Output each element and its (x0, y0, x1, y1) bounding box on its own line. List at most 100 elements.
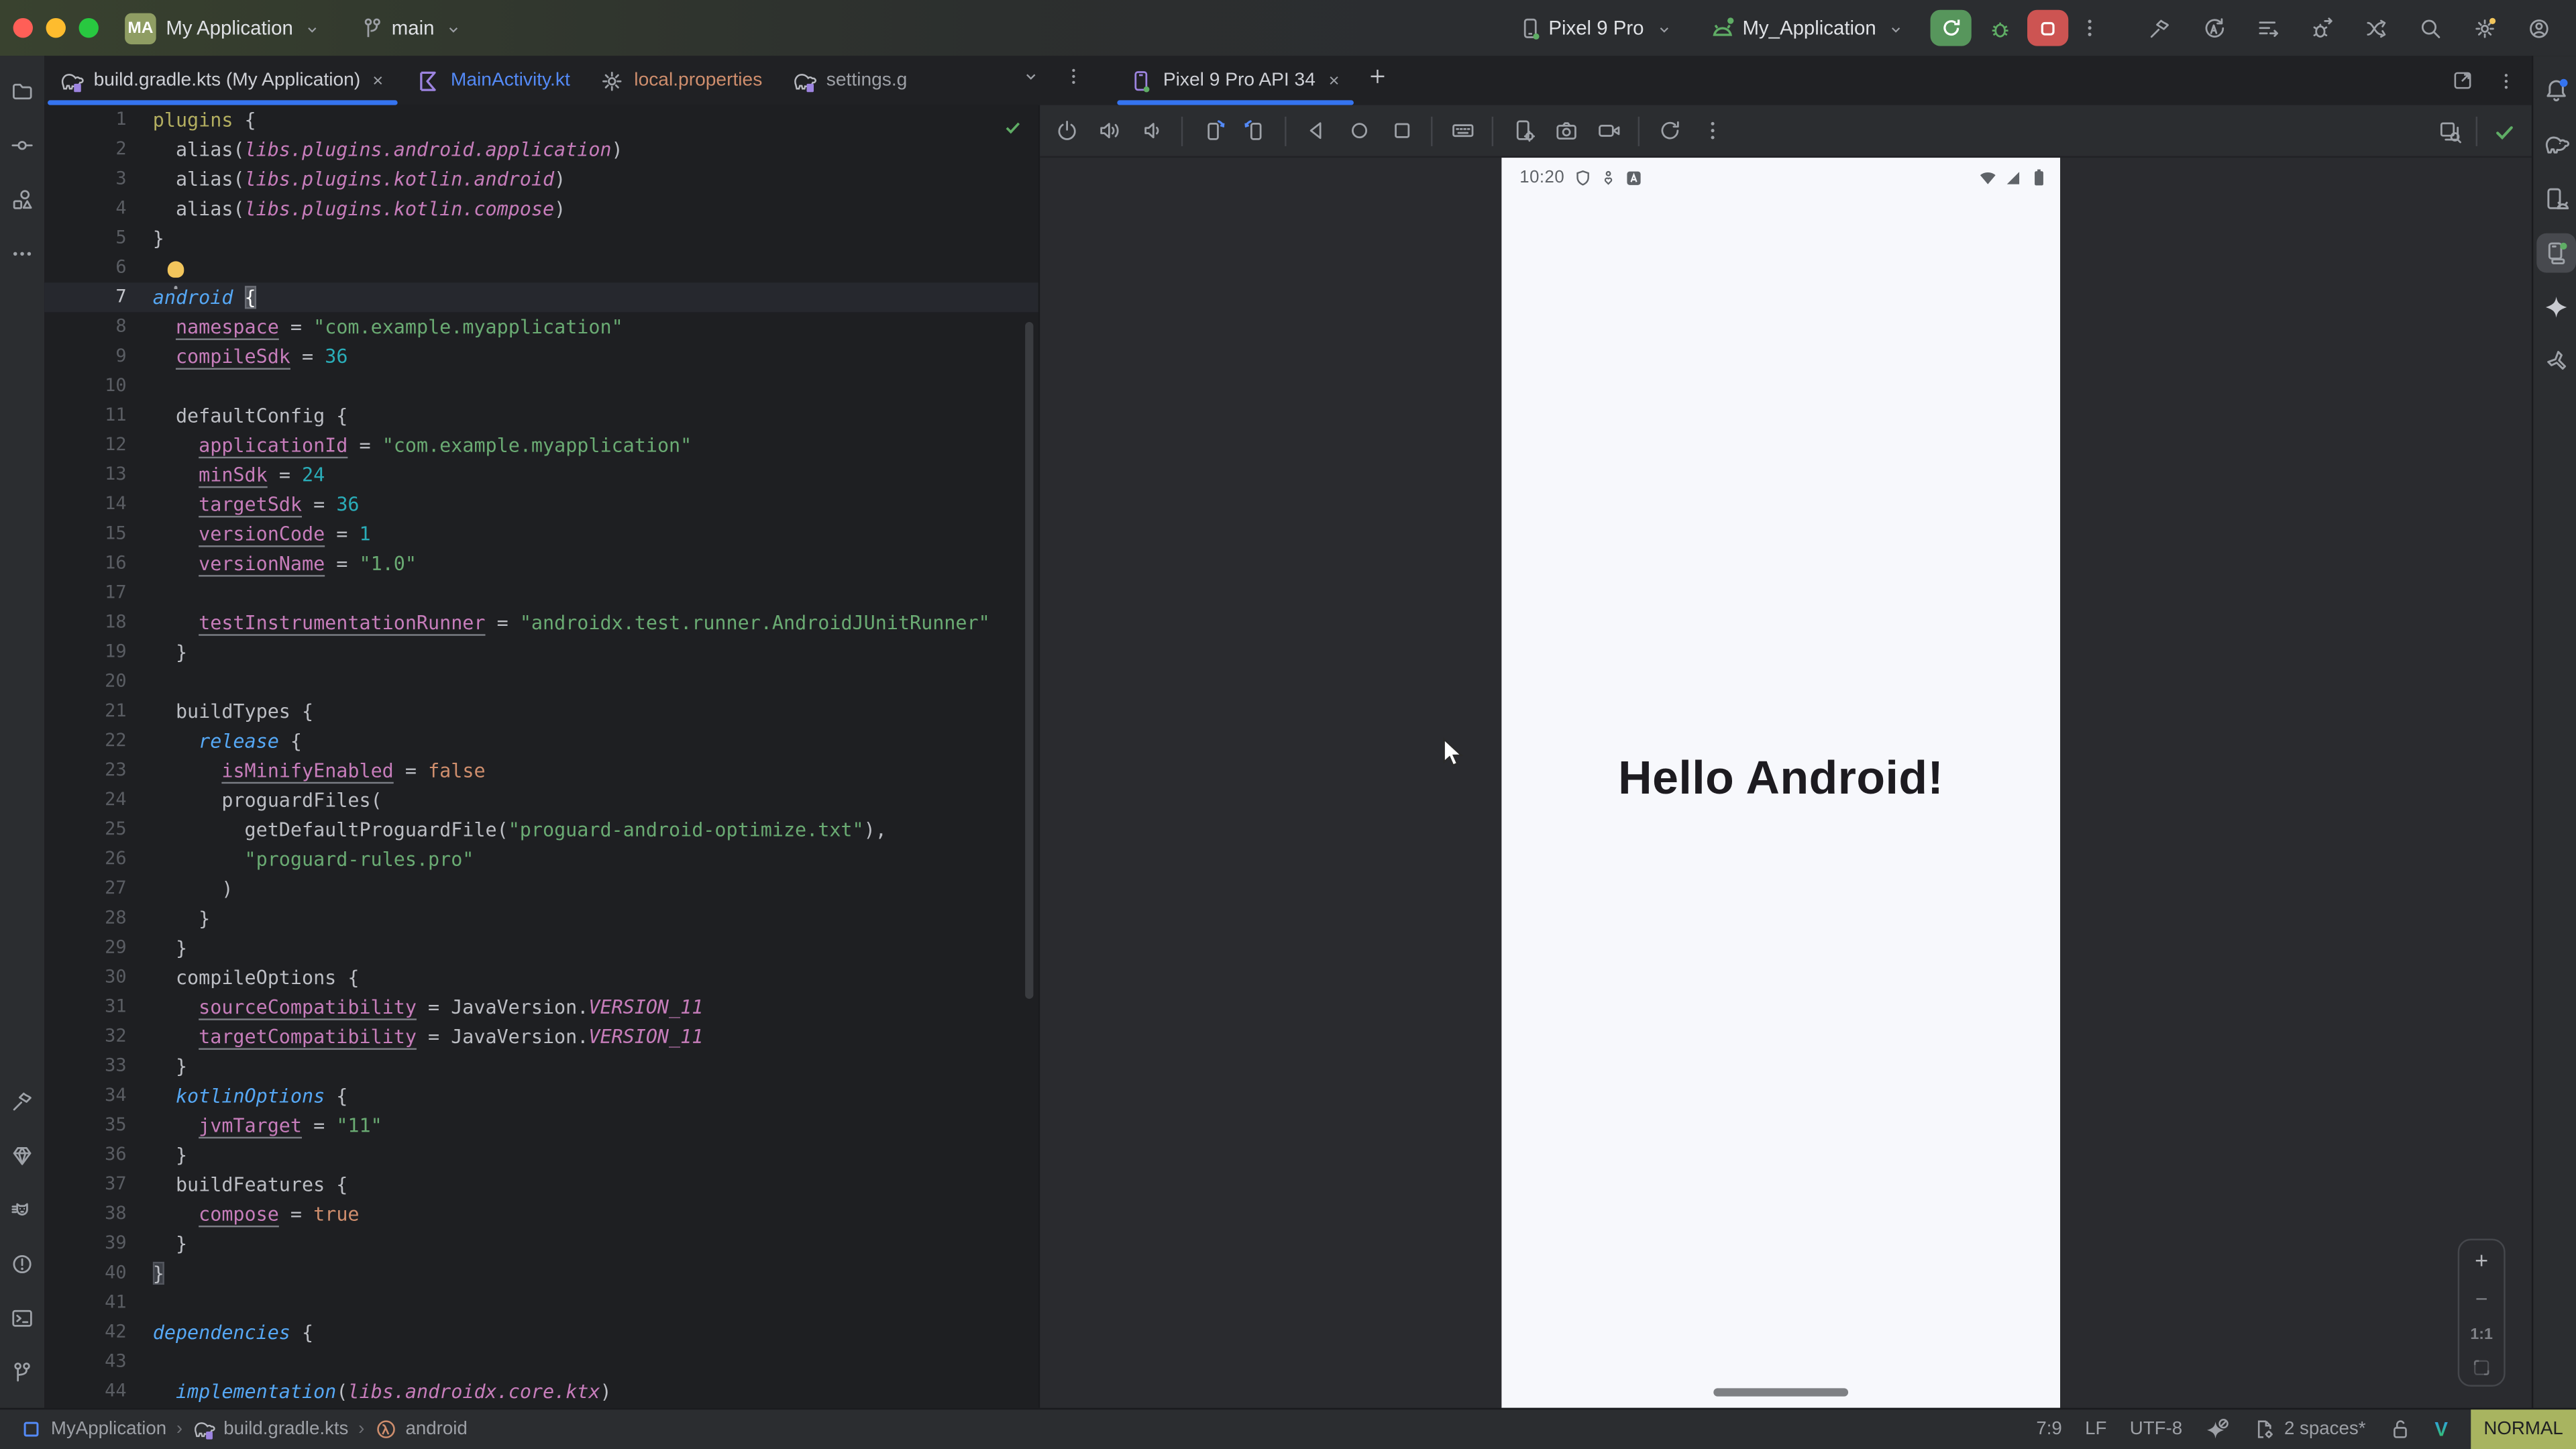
close-window-icon[interactable] (13, 18, 33, 38)
open-in-new-window-icon[interactable] (2441, 61, 2484, 101)
branch-selector[interactable]: main (360, 15, 466, 40)
code-editor[interactable]: 1plugins {2 alias(libs.plugins.android.a… (44, 105, 1038, 1408)
build-hammer-big-button[interactable] (3, 1081, 42, 1120)
line-number[interactable]: 15 (44, 519, 153, 549)
rotate-left-button[interactable] (1193, 111, 1232, 150)
line-number[interactable]: 24 (44, 786, 153, 815)
line-number[interactable]: 31 (44, 992, 153, 1022)
emulator-screen[interactable]: 10:20 Hello Android! (1501, 158, 2060, 1408)
build-hammer-button[interactable] (2137, 8, 2180, 48)
tab-settings-g[interactable]: settings.g (777, 56, 922, 105)
rotate-right-button[interactable] (1236, 111, 1275, 150)
more-tools-button[interactable] (3, 233, 42, 273)
line-number[interactable]: 19 (44, 637, 153, 667)
line-number[interactable]: 30 (44, 963, 153, 992)
line-number[interactable]: 10 (44, 371, 153, 400)
line-number[interactable]: 42 (44, 1318, 153, 1347)
device-settings-button[interactable] (1503, 111, 1543, 150)
power-button[interactable] (1046, 111, 1086, 150)
zoom-out-button[interactable]: − (2475, 1287, 2488, 1311)
ideavim-icon[interactable]: V (2434, 1417, 2448, 1440)
panel-options-kebab-icon[interactable] (2484, 61, 2527, 101)
screen-record-button[interactable] (1589, 111, 1628, 150)
line-number[interactable]: 25 (44, 815, 153, 845)
line-number[interactable]: 14 (44, 490, 153, 519)
line-number[interactable]: 3 (44, 164, 153, 194)
tab-build-gradle-kts-my-application-[interactable]: build.gradle.kts (My Application) (44, 56, 401, 105)
line-number[interactable]: 36 (44, 1140, 153, 1170)
terminal-button[interactable] (3, 1298, 42, 1338)
line-number[interactable]: 1 (44, 105, 153, 135)
run-configuration-selector[interactable]: My_Application (1708, 14, 1907, 42)
volume-down-button[interactable] (1132, 111, 1171, 150)
line-number[interactable]: 37 (44, 1170, 153, 1199)
line-number[interactable]: 18 (44, 608, 153, 637)
close-icon[interactable] (1326, 72, 1342, 89)
line-number[interactable]: 11 (44, 401, 153, 431)
inspections-check-button[interactable] (2484, 112, 2524, 152)
line-number[interactable]: 8 (44, 312, 153, 341)
vim-mode-badge[interactable]: NORMAL (2471, 1409, 2576, 1449)
tab-local-properties[interactable]: local.properties (585, 56, 777, 105)
project-folder-button[interactable] (3, 70, 42, 110)
tab-running-device[interactable]: Pixel 9 Pro API 34 (1114, 56, 1356, 105)
snapshot-reset-button[interactable] (1650, 111, 1689, 150)
screenshot-button[interactable] (1546, 111, 1585, 150)
close-icon[interactable] (370, 72, 386, 89)
more-run-options-kebab-icon[interactable] (2068, 8, 2111, 48)
line-number[interactable]: 28 (44, 904, 153, 933)
minimize-window-icon[interactable] (46, 18, 66, 38)
account-button[interactable] (2517, 8, 2560, 48)
line-number[interactable]: 12 (44, 431, 153, 460)
editor-scrollbar[interactable] (1025, 322, 1033, 999)
zoom-to-fit-icon[interactable] (2471, 1357, 2492, 1379)
editor-options-kebab-icon[interactable] (1051, 56, 1094, 95)
overview-button[interactable] (1382, 111, 1421, 150)
maximize-window-icon[interactable] (79, 18, 99, 38)
zoom-actual-size-button[interactable]: 1:1 (2470, 1325, 2493, 1343)
profiler-arrows-button[interactable] (2354, 8, 2397, 48)
line-separator[interactable]: LF (2085, 1419, 2106, 1439)
breadcrumb-item[interactable]: MyApplication (19, 1417, 166, 1440)
attach-debugger-button[interactable] (2300, 8, 2343, 48)
tab-list-chevron-icon[interactable] (1009, 56, 1052, 95)
line-number[interactable]: 29 (44, 933, 153, 963)
back-button[interactable] (1296, 111, 1336, 150)
logcat-cat-button[interactable] (3, 1189, 42, 1229)
lock-open-icon[interactable] (2389, 1417, 2412, 1440)
line-number[interactable]: 9 (44, 341, 153, 371)
navigation-pill[interactable] (1713, 1388, 1848, 1395)
git-branch-button[interactable] (3, 1352, 42, 1392)
gemini-sparkle-button[interactable] (2536, 288, 2575, 327)
line-number[interactable]: 7 (44, 282, 153, 312)
line-number[interactable]: 4 (44, 194, 153, 223)
line-number[interactable]: 6 (44, 253, 153, 282)
search-button[interactable] (2408, 8, 2451, 48)
rerun-button[interactable] (1931, 10, 1972, 46)
line-number[interactable]: 40 (44, 1258, 153, 1288)
volume-up-button[interactable] (1089, 111, 1129, 150)
line-number[interactable]: 33 (44, 1051, 153, 1081)
line-number[interactable]: 26 (44, 845, 153, 874)
ui-check-button[interactable] (2430, 112, 2469, 152)
gradle-elephant-button[interactable] (2536, 125, 2575, 164)
indent-widget[interactable]: 2 spaces* (2253, 1417, 2365, 1440)
line-number[interactable]: 22 (44, 726, 153, 755)
line-number[interactable]: 16 (44, 549, 153, 578)
line-number[interactable]: 43 (44, 1347, 153, 1377)
resource-shapes-button[interactable] (3, 179, 42, 219)
gem-button[interactable] (3, 1135, 42, 1175)
add-device-tab-icon[interactable] (1356, 56, 1399, 95)
notifications-bell-button[interactable] (2536, 70, 2575, 110)
commit-button[interactable] (3, 125, 42, 164)
line-number[interactable]: 39 (44, 1229, 153, 1258)
home-button[interactable] (1339, 111, 1379, 150)
inspections-ok-icon[interactable] (1002, 117, 1024, 138)
line-number[interactable]: 13 (44, 460, 153, 490)
line-number[interactable]: 20 (44, 667, 153, 696)
airplane-button[interactable] (2536, 341, 2575, 381)
stop-button[interactable] (2027, 10, 2068, 46)
zoom-in-button[interactable]: + (2475, 1247, 2488, 1273)
line-number[interactable]: 32 (44, 1022, 153, 1051)
kebab-button[interactable] (1692, 111, 1731, 150)
